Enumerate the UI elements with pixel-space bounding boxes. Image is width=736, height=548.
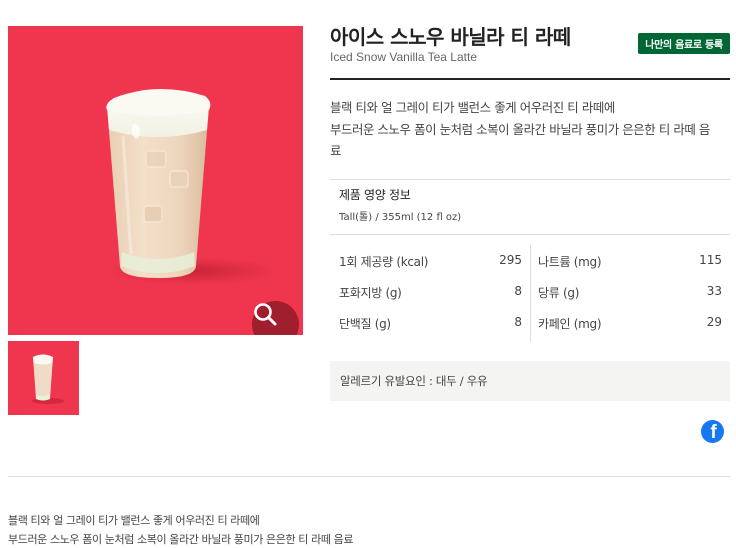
nutrition-label-sodium: 나트륨 (mg): [538, 255, 602, 269]
register-my-drink-button[interactable]: 나만의 음료로 등록: [638, 33, 730, 54]
nutrition-value-kcal: 295: [499, 253, 522, 267]
nutrition-label-sugar: 당류 (g): [538, 286, 580, 300]
divider: [330, 179, 730, 180]
nutrition-label-saturated-fat: 포화지방 (g): [339, 286, 402, 300]
product-title-en: Iced Snow Vanilla Tea Latte: [330, 50, 477, 64]
description-line: 료: [330, 143, 341, 158]
detail-description-line: 블랙 티와 얼 그레이 티가 밸런스 좋게 어우러진 티 라떼에: [8, 514, 260, 527]
nutrition-value-sugar: 33: [706, 284, 722, 298]
nutrition-value-caffeine: 29: [706, 315, 722, 329]
serving-size: Tall(톨) / 355ml (12 fl oz): [339, 212, 462, 223]
product-title-ko: 아이스 스노우 바닐라 티 라떼: [330, 25, 571, 49]
nutrition-title: 제품 영양 정보: [339, 188, 411, 202]
title-divider: [330, 78, 730, 80]
facebook-share-button[interactable]: f: [701, 420, 724, 443]
detail-description-line: 부드러운 스노우 폼이 눈처럼 소복이 올라간 바닐라 풍미가 은은한 티 라떼…: [8, 533, 354, 546]
thumbnail-illustration: [32, 354, 64, 404]
allergy-info-box: 알레르기 유발요인 : 대두 / 우유: [330, 361, 730, 401]
description-line: 부드러운 스노우 폼이 눈처럼 소복이 올라간 바닐라 풍미가 은은한 티 라떼…: [330, 121, 710, 137]
product-thumbnail[interactable]: [8, 341, 79, 415]
nutrition-value-saturated-fat: 8: [514, 284, 522, 298]
nutrition-label-protein: 단백질 (g): [339, 317, 391, 331]
allergy-text: 알레르기 유발요인 : 대두 / 우유: [340, 374, 488, 388]
product-description: 블랙 티와 얼 그레이 티가 밸런스 좋게 어우러진 티 라떼에 부드러운 스노…: [330, 97, 732, 162]
description-line: 블랙 티와 얼 그레이 티가 밸런스 좋게 어우러진 티 라떼에: [330, 100, 615, 115]
divider: [330, 234, 730, 235]
product-main-image: [8, 26, 303, 335]
nutrition-label-caffeine: 카페인 (mg): [538, 317, 602, 331]
section-divider: [8, 476, 730, 477]
facebook-icon: f: [710, 422, 717, 443]
nutrition-label-kcal: 1회 제공량 (kcal): [339, 255, 429, 269]
nutrition-column-divider: [530, 245, 531, 342]
iced-tea-latte-illustration: [106, 88, 278, 285]
nutrition-value-sodium: 115: [699, 253, 722, 267]
detail-description: 블랙 티와 얼 그레이 티가 밸런스 좋게 어우러진 티 라떼에 부드러운 스노…: [8, 511, 728, 548]
magnifier-icon: [254, 303, 277, 326]
nutrition-value-protein: 8: [514, 315, 522, 329]
